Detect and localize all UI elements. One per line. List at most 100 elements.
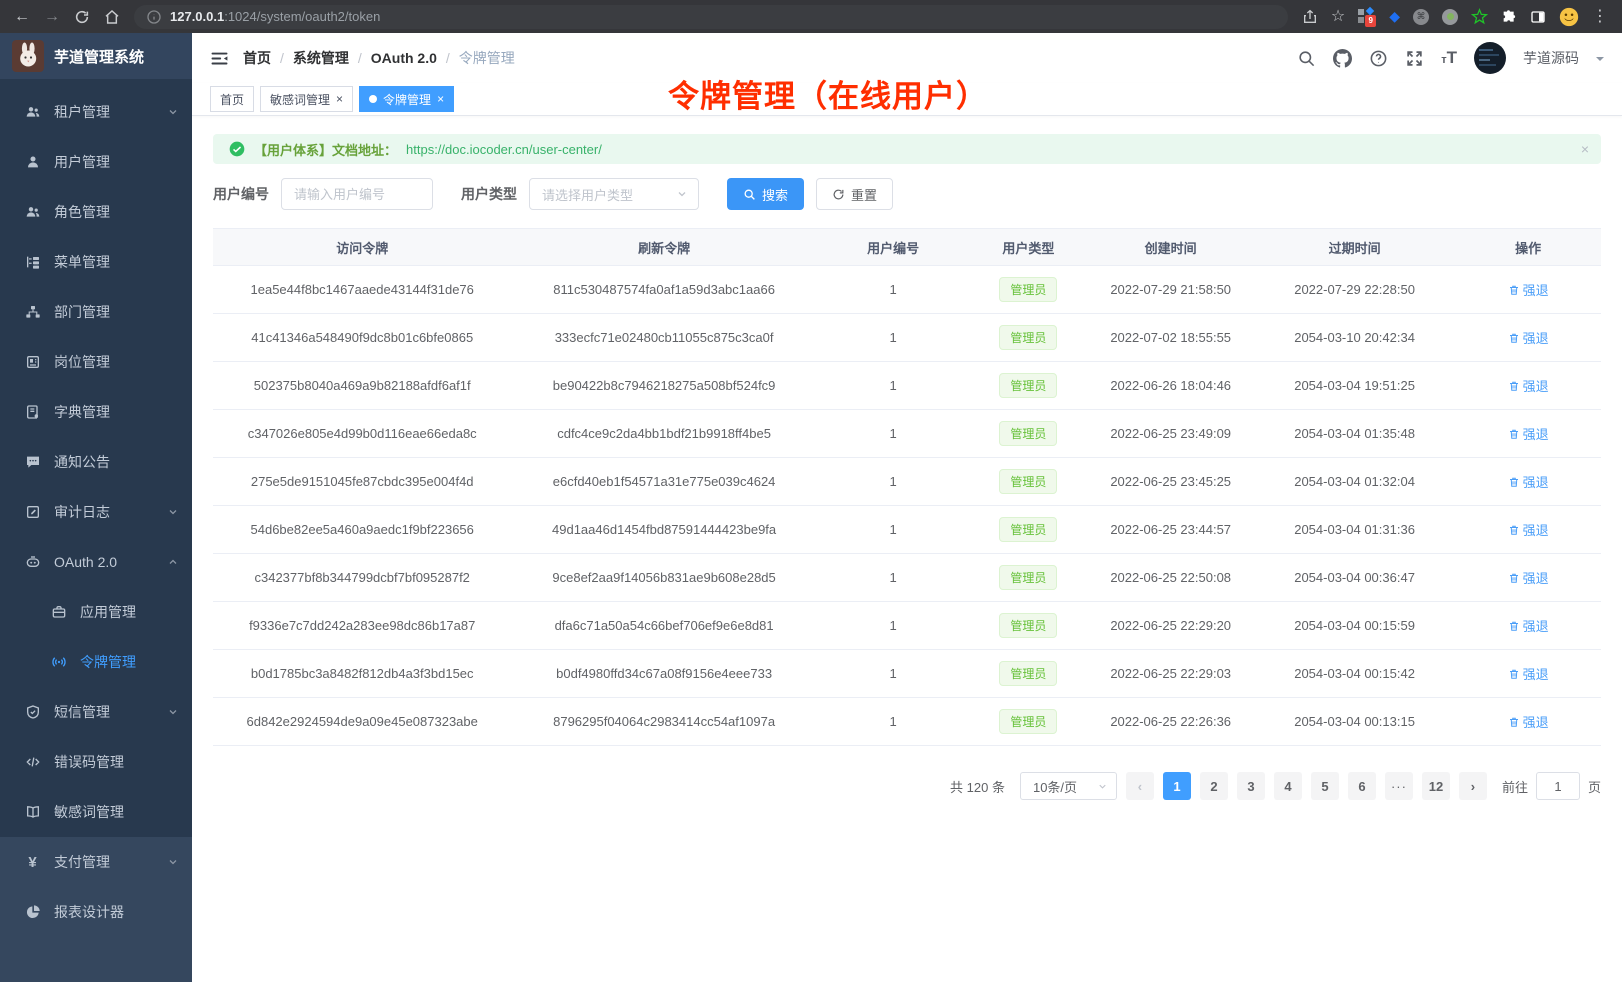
tab-close-icon[interactable]: ×	[437, 93, 444, 105]
page-button-5[interactable]: 5	[1311, 772, 1339, 800]
user-avatar[interactable]	[1474, 42, 1506, 74]
doc-link[interactable]: https://doc.iocoder.cn/user-center/	[406, 142, 602, 157]
tab-label: 敏感词管理	[270, 91, 330, 108]
browser-forward-icon[interactable]: →	[44, 9, 60, 25]
sidebar-item-oauth2[interactable]: OAuth 2.0	[0, 537, 192, 587]
breadcrumb-item[interactable]: OAuth 2.0	[371, 50, 437, 66]
browser-back-icon[interactable]: ←	[14, 9, 30, 25]
sidebar-item-notice[interactable]: 通知公告	[0, 437, 192, 487]
dot-extension-icon[interactable]	[1442, 9, 1458, 25]
page-button-12[interactable]: 12	[1422, 772, 1450, 800]
tab-close-icon[interactable]: ×	[336, 93, 343, 105]
breadcrumb-item[interactable]: 系统管理	[293, 48, 349, 68]
sidebar-item-oauth2-app[interactable]: 应用管理	[0, 587, 192, 637]
site-info-icon[interactable]	[146, 9, 162, 25]
sidebar-item-dict[interactable]: 字典管理	[0, 387, 192, 437]
sidebar-item-sensword[interactable]: 敏感词管理	[0, 787, 192, 837]
user-id-input[interactable]	[281, 178, 433, 210]
user-type-select[interactable]: 请选择用户类型	[529, 178, 699, 210]
search-button[interactable]: 搜索	[727, 178, 804, 210]
sidebar-item-report[interactable]: 报表设计器	[0, 887, 192, 937]
sidebar-item-audit[interactable]: 审计日志	[0, 487, 192, 537]
sidebar-item-label: 用户管理	[54, 152, 110, 172]
next-page-button[interactable]: ›	[1459, 772, 1487, 800]
browser-home-icon[interactable]	[104, 9, 120, 25]
breadcrumb-separator: /	[280, 50, 284, 66]
fullscreen-icon[interactable]	[1405, 49, 1424, 68]
browser-reload-icon[interactable]	[74, 9, 90, 25]
address-bar[interactable]: 127.0.0.1:1024/system/oauth2/token	[134, 5, 1288, 29]
force-logout-button[interactable]: 强退	[1508, 664, 1549, 683]
table-row: 1ea5e44f8bc1467aaede43144f31de76811c5304…	[213, 266, 1601, 314]
tab-敏感词管理[interactable]: 敏感词管理 ×	[260, 86, 353, 112]
force-logout-label: 强退	[1523, 712, 1549, 731]
force-logout-button[interactable]: 强退	[1508, 616, 1549, 635]
goto-page-input[interactable]	[1536, 772, 1580, 800]
force-logout-button[interactable]: 强退	[1508, 328, 1549, 347]
sidebar-item-sms[interactable]: 短信管理	[0, 687, 192, 737]
page-size-select[interactable]: 10条/页	[1020, 772, 1117, 800]
help-icon[interactable]	[1369, 49, 1388, 68]
sidebar-bottom-section: ¥支付管理报表设计器	[0, 837, 192, 982]
page-button-2[interactable]: 2	[1200, 772, 1228, 800]
gem-extension-icon[interactable]: ◆	[1389, 8, 1400, 25]
breadcrumb-item[interactable]: 首页	[243, 48, 271, 68]
force-logout-button[interactable]: 强退	[1508, 376, 1549, 395]
puzzle-extensions-icon[interactable]	[1501, 9, 1517, 25]
sidebar-item-dept[interactable]: 部门管理	[0, 287, 192, 337]
force-logout-button[interactable]: 强退	[1508, 280, 1549, 299]
github-icon[interactable]	[1333, 49, 1352, 68]
star-extension-icon[interactable]	[1471, 8, 1488, 25]
cell-expire-time: 2054-03-04 01:32:04	[1254, 458, 1455, 506]
cell-refresh-token: be90422b8c7946218275a508bf524fc9	[511, 362, 816, 410]
page-button-1[interactable]: 1	[1163, 772, 1191, 800]
app-logo: 芋道管理系统	[0, 33, 192, 79]
alert-banner: 【用户体系】文档地址： https://doc.iocoder.cn/user-…	[213, 134, 1601, 164]
search-icon[interactable]	[1297, 49, 1316, 68]
cell-created-time: 2022-07-29 21:58:50	[1087, 266, 1254, 314]
user-type-badge: 管理员	[999, 277, 1057, 302]
sidebar-collapse-icon[interactable]	[210, 49, 229, 68]
extension-blocks-icon[interactable]: 9	[1358, 8, 1376, 26]
prev-page-button[interactable]: ‹	[1126, 772, 1154, 800]
sidebar-item-post[interactable]: 岗位管理	[0, 337, 192, 387]
sidebar-item-errcode[interactable]: 错误码管理	[0, 737, 192, 787]
sidebar-item-tenant[interactable]: 租户管理	[0, 87, 192, 137]
sidebar-item-menu[interactable]: 菜单管理	[0, 237, 192, 287]
tab-令牌管理[interactable]: 令牌管理×	[359, 86, 454, 112]
user-name[interactable]: 芋道源码	[1523, 48, 1579, 68]
column-header: 刷新令牌	[511, 229, 816, 266]
command-extension-icon[interactable]: ⌘	[1413, 9, 1429, 25]
user-type-badge: 管理员	[999, 421, 1057, 446]
browser-menu-icon[interactable]: ⋮	[1592, 9, 1608, 25]
book-icon	[24, 804, 41, 820]
page-button-4[interactable]: 4	[1274, 772, 1302, 800]
force-logout-button[interactable]: 强退	[1508, 568, 1549, 587]
sidebar-item-oauth2-token[interactable]: 令牌管理	[0, 637, 192, 687]
table-row: 41c41346a548490f9dc8b01c6bfe0865333ecfc7…	[213, 314, 1601, 362]
cell-created-time: 2022-07-02 18:55:55	[1087, 314, 1254, 362]
font-size-icon[interactable]: тT	[1441, 48, 1457, 68]
page-size-value: 10条/页	[1033, 777, 1077, 796]
force-logout-button[interactable]: 强退	[1508, 424, 1549, 443]
sidebar-item-role[interactable]: 角色管理	[0, 187, 192, 237]
force-logout-button[interactable]: 强退	[1508, 712, 1549, 731]
table-header-row: 访问令牌刷新令牌用户编号用户类型创建时间过期时间操作	[213, 229, 1601, 266]
sidebar-item-pay[interactable]: ¥支付管理	[0, 837, 192, 887]
page-button-6[interactable]: 6	[1348, 772, 1376, 800]
alert-close-icon[interactable]: ×	[1581, 141, 1589, 157]
side-panel-icon[interactable]	[1530, 9, 1546, 25]
sidebar-item-label: 菜单管理	[54, 252, 110, 272]
tab-首页[interactable]: 首页	[210, 86, 254, 112]
bookmark-star-icon[interactable]: ☆	[1331, 9, 1345, 25]
user-dropdown-caret-icon[interactable]	[1596, 57, 1604, 65]
page-button-3[interactable]: 3	[1237, 772, 1265, 800]
force-logout-button[interactable]: 强退	[1508, 472, 1549, 491]
alert-text: 【用户体系】文档地址：	[254, 140, 397, 159]
force-logout-button[interactable]: 强退	[1508, 520, 1549, 539]
sidebar-item-user[interactable]: 用户管理	[0, 137, 192, 187]
share-icon[interactable]	[1302, 9, 1318, 25]
trash-icon	[1508, 620, 1520, 632]
profile-avatar-icon[interactable]	[1559, 7, 1579, 27]
reset-button[interactable]: 重置	[816, 178, 893, 210]
